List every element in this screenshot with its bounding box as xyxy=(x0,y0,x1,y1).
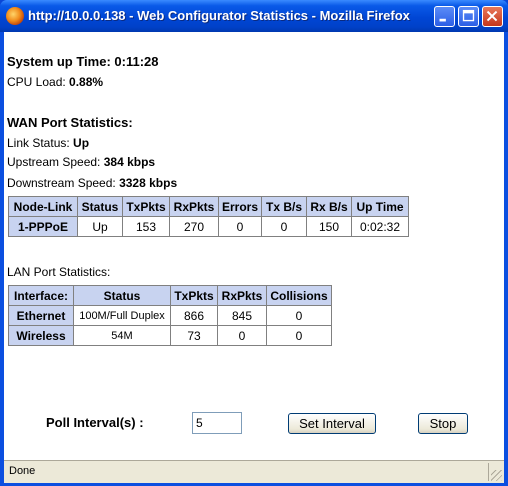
table-cell: 153 xyxy=(122,216,170,237)
table-cell: 0 xyxy=(218,216,262,237)
table-row: 1-PPPoE Up 153 270 0 0 150 0:02:32 xyxy=(8,216,409,237)
table-cell: 54M xyxy=(73,325,171,346)
table-cell: Up xyxy=(77,216,123,237)
column-header: Collisions xyxy=(266,285,332,306)
column-header: TxPkts xyxy=(122,196,170,217)
table-cell: Ethernet xyxy=(8,305,74,326)
table-header-row: Interface: Status TxPkts RxPkts Collisio… xyxy=(8,285,332,306)
table-cell: 73 xyxy=(170,325,218,346)
lan-heading: LAN Port Statistics: xyxy=(7,265,111,279)
poll-interval-label: Poll Interval(s) : xyxy=(46,415,144,430)
wan-heading: WAN Port Statistics: xyxy=(7,115,133,130)
table-cell: Wireless xyxy=(8,325,74,346)
downstream-value: 3328 kbps xyxy=(119,176,178,190)
minimize-button[interactable] xyxy=(434,6,455,27)
cpu-label: CPU Load: xyxy=(7,75,66,89)
column-header: Node-Link xyxy=(8,196,78,217)
column-header: Errors xyxy=(218,196,262,217)
column-header: TxPkts xyxy=(170,285,218,306)
lan-table: Interface: Status TxPkts RxPkts Collisio… xyxy=(8,285,332,346)
table-cell: 866 xyxy=(170,305,218,326)
status-text: Done xyxy=(9,465,36,477)
poll-interval-input[interactable] xyxy=(192,412,242,434)
upstream-label: Upstream Speed: xyxy=(7,155,101,169)
table-cell: 1-PPPoE xyxy=(8,216,78,237)
link-value: Up xyxy=(73,136,90,150)
table-row: Ethernet 100M/Full Duplex 866 845 0 xyxy=(8,305,332,326)
downstream-speed: Downstream Speed: 3328 kbps xyxy=(7,176,177,190)
resize-grip-icon[interactable] xyxy=(491,470,502,481)
table-cell: 0 xyxy=(266,305,332,326)
wan-table: Node-Link Status TxPkts RxPkts Errors Tx… xyxy=(8,196,409,237)
page-content: System up Time: 0:11:28 CPU Load: 0.88% … xyxy=(4,32,504,460)
title-bar[interactable]: http://10.0.0.138 - Web Configurator Sta… xyxy=(0,0,508,32)
table-cell: 0 xyxy=(217,325,267,346)
firefox-icon xyxy=(6,7,24,25)
close-button[interactable] xyxy=(482,6,503,27)
maximize-icon xyxy=(462,9,475,22)
table-cell: 0 xyxy=(266,325,332,346)
maximize-button[interactable] xyxy=(458,6,479,27)
status-bar: Done xyxy=(4,460,504,483)
column-header: RxPkts xyxy=(169,196,219,217)
close-icon xyxy=(486,10,498,22)
link-label: Link Status: xyxy=(7,136,70,150)
browser-window: http://10.0.0.138 - Web Configurator Sta… xyxy=(0,0,508,486)
status-divider xyxy=(488,463,489,481)
table-row: Wireless 54M 73 0 0 xyxy=(8,325,332,346)
upstream-value: 384 kbps xyxy=(103,155,156,169)
uptime-value: 0:11:28 xyxy=(114,54,159,69)
table-cell: 270 xyxy=(169,216,219,237)
set-interval-button[interactable]: Set Interval xyxy=(288,413,376,434)
cpu-value: 0.88% xyxy=(69,75,104,89)
column-header: Rx B/s xyxy=(306,196,352,217)
table-cell: 150 xyxy=(306,216,352,237)
window-title: http://10.0.0.138 - Web Configurator Sta… xyxy=(28,8,410,23)
table-cell: 845 xyxy=(217,305,267,326)
cpu-load: CPU Load: 0.88% xyxy=(7,75,103,89)
table-cell: 0 xyxy=(261,216,307,237)
table-cell: 100M/Full Duplex xyxy=(73,305,171,326)
column-header: RxPkts xyxy=(217,285,267,306)
minimize-icon xyxy=(439,18,446,22)
table-header-row: Node-Link Status TxPkts RxPkts Errors Tx… xyxy=(8,196,409,217)
link-status: Link Status: Up xyxy=(7,136,89,150)
column-header: Tx B/s xyxy=(261,196,307,217)
system-uptime: System up Time: 0:11:28 xyxy=(7,54,159,69)
column-header: Interface: xyxy=(8,285,74,306)
column-header: Up Time xyxy=(351,196,409,217)
column-header: Status xyxy=(77,196,123,217)
table-cell: 0:02:32 xyxy=(351,216,409,237)
uptime-label: System up Time: xyxy=(7,54,111,69)
downstream-label: Downstream Speed: xyxy=(7,176,116,190)
column-header: Status xyxy=(73,285,171,306)
upstream-speed: Upstream Speed: 384 kbps xyxy=(7,155,155,169)
stop-button[interactable]: Stop xyxy=(418,413,468,434)
